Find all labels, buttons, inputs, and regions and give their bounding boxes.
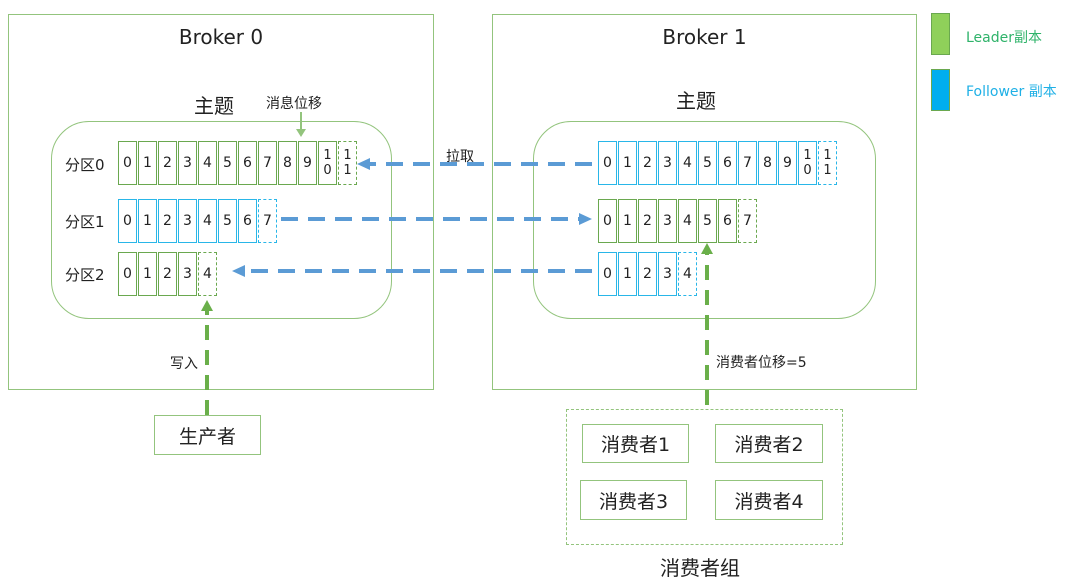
consumer-4: 消费者4 — [715, 480, 823, 520]
legend-follower-swatch — [931, 69, 950, 111]
broker-1-partition-2-log: 01234 — [598, 252, 697, 296]
offset-cell: 7 — [258, 141, 277, 185]
consumer-1: 消费者1 — [582, 424, 689, 463]
consumer-offset-label: 消费者位移=5 — [716, 355, 807, 371]
producer-box: 生产者 — [154, 415, 261, 455]
next-offset-cell: 4 — [198, 252, 217, 296]
offset-cell: 0 — [598, 252, 617, 296]
offset-cell: 0 — [118, 252, 137, 296]
offset-cell: 0 — [118, 199, 137, 243]
offset-cell: 5 — [218, 141, 237, 185]
offset-cell: 5 — [698, 199, 717, 243]
consumer-2-label: 消费者2 — [734, 434, 804, 456]
offset-cell: 2 — [638, 199, 657, 243]
offset-cell: 0 — [598, 141, 617, 185]
offset-cell: 8 — [278, 141, 297, 185]
offset-cell: 8 — [758, 141, 777, 185]
offset-cell: 1 — [138, 199, 157, 243]
broker-0-partition-0-label: 分区0 — [65, 156, 105, 174]
offset-cell: 4 — [198, 199, 217, 243]
offset-cell: 10 — [798, 141, 817, 185]
offset-cell: 2 — [158, 252, 177, 296]
consumer-3-label: 消费者3 — [598, 490, 669, 513]
offset-cell: 4 — [678, 141, 697, 185]
offset-cell: 3 — [658, 141, 677, 185]
offset-cell: 3 — [178, 252, 197, 296]
message-offset-label: 消息位移 — [266, 96, 322, 112]
offset-cell: 1 — [138, 252, 157, 296]
offset-cell: 1 — [138, 141, 157, 185]
offset-cell: 6 — [238, 141, 257, 185]
next-offset-cell: 11 — [818, 141, 837, 185]
next-offset-cell: 11 — [338, 141, 357, 185]
offset-cell: 3 — [178, 141, 197, 185]
offset-cell: 2 — [158, 199, 177, 243]
consumer-4-label: 消费者4 — [734, 490, 804, 513]
offset-cell: 10 — [318, 141, 337, 185]
legend-leader-swatch — [931, 13, 950, 55]
consumer-1-label: 消费者1 — [600, 434, 671, 456]
offset-cell: 6 — [238, 199, 257, 243]
broker-0-partition-2-log: 01234 — [118, 252, 217, 296]
offset-cell: 6 — [718, 141, 737, 185]
next-offset-cell: 4 — [678, 252, 697, 296]
offset-cell: 1 — [618, 252, 637, 296]
broker-1-partition-0-log: 01234567891011 — [598, 141, 837, 185]
broker-0-topic-title: 主题 — [194, 94, 234, 118]
broker-0-partition-2-label: 分区2 — [65, 266, 105, 284]
offset-cell: 3 — [178, 199, 197, 243]
offset-cell: 1 — [618, 141, 637, 185]
consumer-2: 消费者2 — [715, 424, 823, 463]
consumer-group-label: 消费者组 — [660, 556, 740, 580]
pull-label: 拉取 — [446, 149, 474, 165]
offset-cell: 4 — [678, 199, 697, 243]
offset-cell: 0 — [118, 141, 137, 185]
offset-cell: 9 — [298, 141, 317, 185]
offset-cell: 5 — [698, 141, 717, 185]
offset-cell: 6 — [718, 199, 737, 243]
offset-cell: 2 — [158, 141, 177, 185]
next-offset-cell: 7 — [258, 199, 277, 243]
offset-cell: 0 — [598, 199, 617, 243]
legend-follower-label: Follower 副本 — [966, 84, 1057, 100]
broker-1-title: Broker 1 — [662, 25, 747, 49]
offset-cell: 3 — [658, 252, 677, 296]
broker-1-topic-title: 主题 — [676, 89, 716, 113]
offset-cell: 5 — [218, 199, 237, 243]
offset-cell: 3 — [658, 199, 677, 243]
broker-1-partition-1-log: 01234567 — [598, 199, 757, 243]
consumer-3: 消费者3 — [580, 480, 687, 520]
offset-cell: 2 — [638, 252, 657, 296]
write-label: 写入 — [170, 356, 198, 372]
offset-cell: 1 — [618, 199, 637, 243]
broker-0-partition-1-label: 分区1 — [65, 213, 105, 231]
producer-label: 生产者 — [178, 425, 236, 448]
broker-0-partition-1-log: 01234567 — [118, 199, 277, 243]
broker-0-title: Broker 0 — [178, 25, 264, 49]
offset-cell: 2 — [638, 141, 657, 185]
next-offset-cell: 7 — [738, 199, 757, 243]
legend-leader-label: Leader副本 — [966, 30, 1043, 46]
broker-0-partition-0-log: 01234567891011 — [118, 141, 357, 185]
offset-cell: 9 — [778, 141, 797, 185]
offset-cell: 4 — [198, 141, 217, 185]
offset-cell: 7 — [738, 141, 757, 185]
